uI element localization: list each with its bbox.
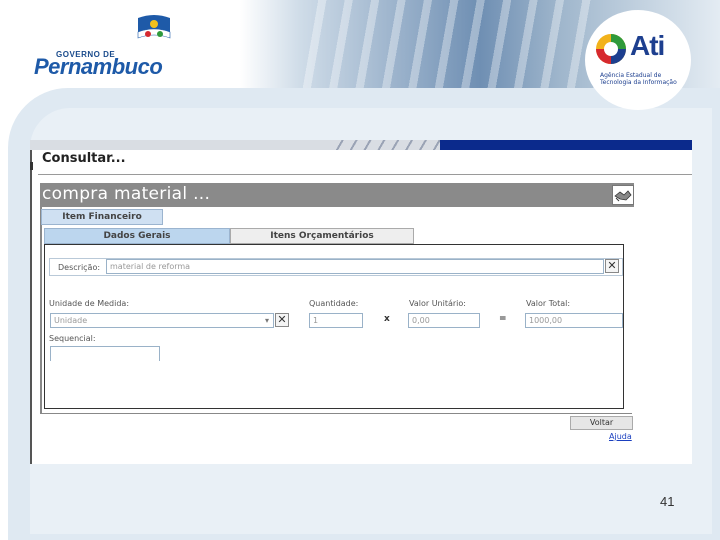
valor-unitario-field[interactable]: 0,00 <box>408 313 480 328</box>
window-titlebar: compra material ... <box>40 183 634 207</box>
pernambuco-logo: GOVERNO DE Pernambuco <box>34 10 174 80</box>
heading-divider <box>38 174 692 175</box>
sequencial-field[interactable] <box>50 346 160 361</box>
description-label: Descrição: <box>58 263 101 272</box>
voltar-button[interactable]: Voltar <box>570 416 633 430</box>
quantidade-field[interactable]: 1 <box>309 313 363 328</box>
tab-item-financeiro[interactable]: Item Financeiro <box>41 209 163 225</box>
page-heading: Consultar... <box>42 151 126 166</box>
ati-logo-text: Ati <box>630 30 665 61</box>
ajuda-link[interactable]: Ajuda <box>609 432 632 441</box>
logo-line2: Pernambuco <box>34 54 163 79</box>
pernambuco-flag-icon <box>137 15 171 39</box>
unidade-label: Unidade de Medida: <box>49 299 130 308</box>
window-title: compra material ... <box>42 184 211 204</box>
ati-mark-icon <box>596 34 626 64</box>
description-field[interactable]: material de reforma <box>106 259 604 274</box>
equals-symbol: = <box>499 314 507 324</box>
valor-total-field[interactable]: 1000,00 <box>525 313 623 328</box>
tab-dados-gerais[interactable]: Dados Gerais <box>44 228 230 244</box>
ati-logo-subtitle: Agência Estadual de Tecnologia da Inform… <box>600 72 677 86</box>
valor-total-label: Valor Total: <box>526 299 571 308</box>
chevron-down-icon[interactable]: ▾ <box>261 314 273 327</box>
handshake-icon[interactable] <box>612 185 634 205</box>
app-screenshot: Consultar... compra material ... Item Fi… <box>30 140 692 464</box>
quantidade-label: Quantidade: <box>309 299 359 308</box>
page-number: 41 <box>660 494 675 509</box>
close-icon[interactable]: ✕ <box>275 313 289 327</box>
times-symbol: x <box>384 314 390 324</box>
unidade-select[interactable]: Unidade <box>50 313 274 328</box>
tab-itens-orcamentarios[interactable]: Itens Orçamentários <box>230 228 414 244</box>
valor-unitario-label: Valor Unitário: <box>409 299 466 308</box>
sequencial-label: Sequencial: <box>49 334 96 343</box>
left-frame <box>30 150 36 464</box>
close-icon[interactable]: ✕ <box>605 259 619 273</box>
app-top-bar <box>30 140 692 150</box>
